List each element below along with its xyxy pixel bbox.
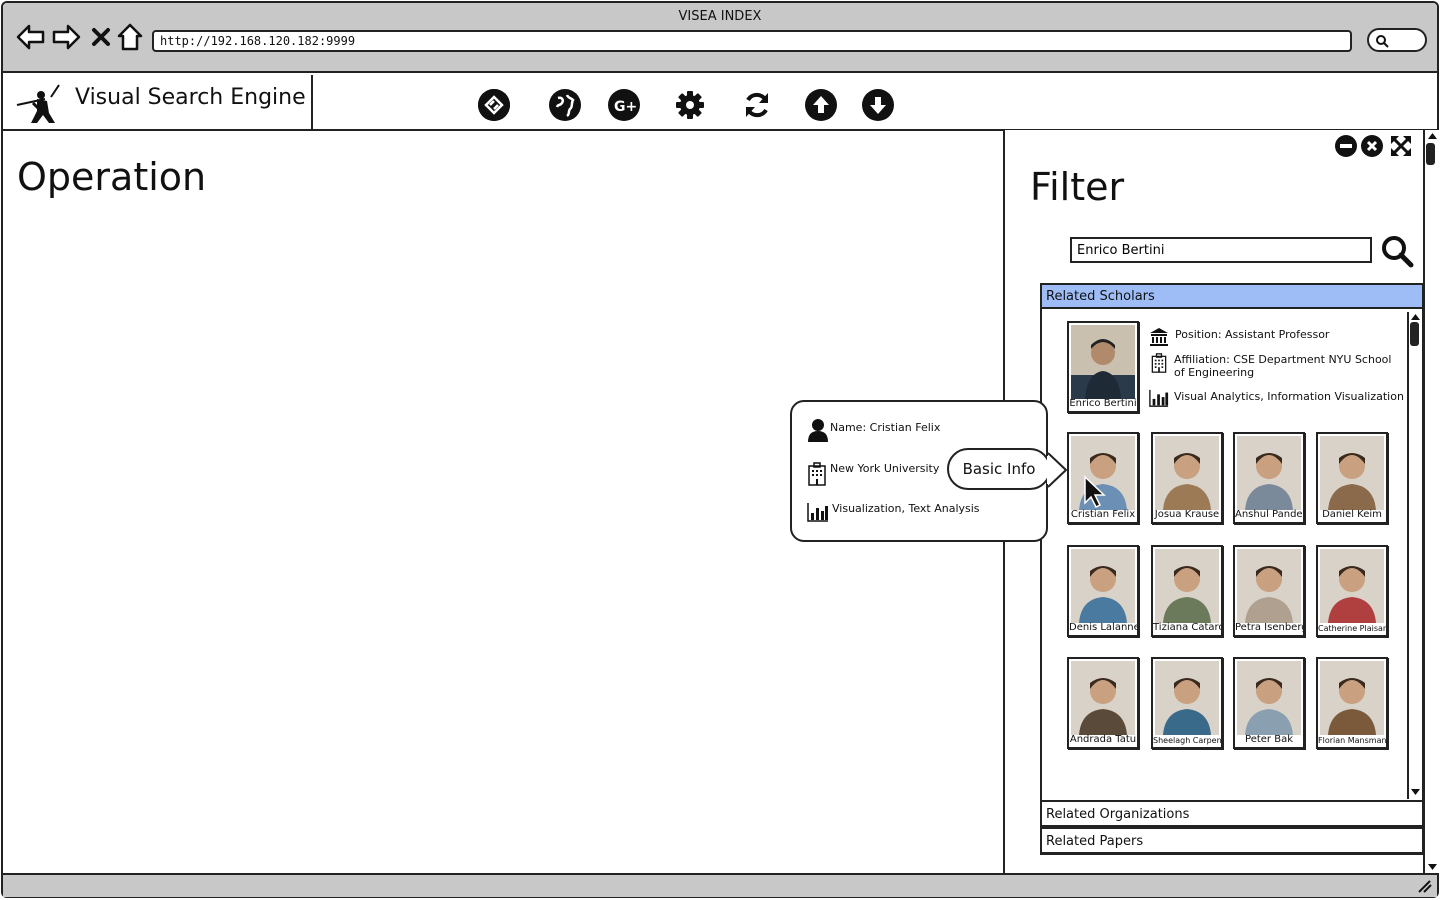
globe-button[interactable] — [549, 89, 581, 121]
scholar-name: Daniel Keim — [1322, 509, 1382, 520]
link-icon — [478, 89, 510, 121]
person-icon — [808, 419, 828, 442]
expand-icon[interactable] — [1389, 134, 1413, 158]
scholar-photo — [1237, 661, 1301, 735]
scholar-photo — [1071, 325, 1135, 399]
related-scholars-header[interactable]: Related Scholars — [1040, 283, 1424, 309]
scholar-photo — [1071, 661, 1135, 735]
scroll-up-icon[interactable] — [1427, 131, 1438, 140]
scholar-name: Cristian Felix — [1070, 509, 1136, 520]
related-organizations-header[interactable]: Related Organizations — [1040, 800, 1424, 827]
scholar-name: Petra Isenberg — [1235, 622, 1303, 633]
scholar-photo — [1320, 436, 1384, 510]
building-icon — [808, 462, 826, 486]
scholar-photo — [1155, 436, 1219, 510]
refresh-icon — [746, 92, 768, 118]
scholar-card[interactable]: Denis Lalanne — [1067, 545, 1139, 637]
related-papers-header[interactable]: Related Papers — [1040, 827, 1424, 854]
page-scroll-thumb[interactable] — [1426, 143, 1435, 165]
scroll-up-icon[interactable] — [1410, 312, 1421, 321]
globe-icon — [551, 91, 579, 119]
main-scholar-interests: Visual Analytics, Information Visualizat… — [1174, 390, 1404, 403]
scholar-name: Andrada Tatu — [1069, 734, 1137, 745]
scholar-photo — [1320, 549, 1384, 623]
app-title: Visual Search Engine — [75, 85, 306, 110]
move-up-button[interactable] — [805, 89, 837, 121]
tooltip-name: Name: Cristian Felix — [830, 421, 941, 434]
search-icon — [1376, 35, 1389, 48]
filter-title: Filter — [1030, 165, 1125, 209]
minimize-icon[interactable] — [1335, 135, 1357, 157]
scholar-card[interactable]: Peter Bak — [1233, 657, 1305, 749]
tooltip-organization: New York University — [830, 462, 940, 475]
back-icon[interactable] — [15, 22, 47, 52]
window-title: VISEA INDEX — [678, 9, 762, 24]
main-scholar-name: Enrico Bertini — [1069, 398, 1137, 409]
scholar-card[interactable]: Anshul Pandey — [1233, 432, 1305, 524]
scholar-photo — [1071, 549, 1135, 623]
scholars-scroll-thumb[interactable] — [1410, 322, 1419, 346]
scholar-card[interactable]: Andrada Tatu — [1067, 657, 1139, 749]
settings-button[interactable] — [674, 89, 706, 121]
operation-title: Operation — [17, 155, 207, 199]
arrow-up-icon — [807, 91, 835, 119]
scroll-down-icon[interactable] — [1427, 863, 1438, 872]
scholar-name: Josua Krause — [1154, 509, 1220, 520]
scholar-name: Tiziana Catarci — [1153, 622, 1221, 633]
tooltip-interests: Visualization, Text Analysis — [832, 502, 980, 515]
scholar-card[interactable]: Tiziana Catarci — [1151, 545, 1223, 637]
bar-chart-icon — [807, 503, 828, 522]
mouse-cursor-icon — [1084, 475, 1106, 509]
main-scholar-affiliation: Affiliation: CSE Department NYU School o… — [1174, 353, 1392, 379]
scholar-name: Peter Bak — [1245, 734, 1293, 745]
scholar-photo — [1155, 661, 1219, 735]
basic-info-button[interactable]: Basic Info — [947, 448, 1051, 490]
scholar-photo — [1320, 661, 1384, 735]
move-down-button[interactable] — [862, 89, 894, 121]
main-scholar-card[interactable]: Enrico Bertini — [1067, 321, 1139, 413]
search-icon — [1382, 236, 1414, 268]
main-scholar-position: Position: Assistant Professor — [1175, 328, 1330, 341]
scholar-name: Sheelagh Carpendale — [1153, 736, 1221, 745]
building-icon — [1151, 353, 1167, 373]
resize-grip-icon[interactable] — [1417, 879, 1433, 893]
scholar-photo — [1155, 549, 1219, 623]
status-bar — [3, 873, 1437, 897]
scholar-card[interactable]: Josua Krause — [1151, 432, 1223, 524]
scholar-name: Florian Mansmann — [1318, 736, 1386, 745]
google-plus-button[interactable]: G+ — [608, 89, 640, 121]
svg-text:G+: G+ — [614, 99, 637, 115]
search-button[interactable] — [1380, 234, 1414, 268]
scroll-down-icon[interactable] — [1410, 788, 1421, 797]
scholar-search-input[interactable] — [1070, 237, 1372, 263]
scholars-scrollbar[interactable] — [1407, 312, 1422, 799]
arrow-down-icon — [864, 91, 892, 119]
refresh-button[interactable] — [741, 89, 773, 121]
scholar-name: Catherine Plaisant — [1318, 624, 1386, 633]
scholar-card[interactable]: Petra Isenberg — [1233, 545, 1305, 637]
close-icon[interactable] — [1361, 135, 1383, 157]
institution-icon — [1150, 328, 1168, 346]
url-bar[interactable]: http://192.168.120.182:9999 — [152, 30, 1352, 52]
page-scrollbar[interactable] — [1423, 130, 1439, 873]
scholar-photo — [1237, 549, 1301, 623]
scholar-card[interactable]: Florian Mansmann — [1316, 657, 1388, 749]
home-icon[interactable] — [115, 22, 147, 52]
scholar-card[interactable]: Catherine Plaisant — [1316, 545, 1388, 637]
scholar-photo — [1237, 436, 1301, 510]
scholar-card[interactable]: Daniel Keim — [1316, 432, 1388, 524]
logo-icon — [16, 84, 60, 123]
scholar-name: Anshul Pandey — [1235, 509, 1303, 520]
google-plus-icon: G+ — [610, 91, 638, 119]
bar-chart-icon — [1149, 389, 1169, 407]
scholar-name: Denis Lalanne — [1069, 622, 1137, 633]
browser-search-field[interactable] — [1367, 28, 1427, 52]
forward-icon[interactable] — [50, 22, 82, 52]
link-button[interactable] — [478, 89, 510, 121]
scholar-card[interactable]: Sheelagh Carpendale — [1151, 657, 1223, 749]
gear-icon — [676, 91, 704, 119]
brand: Visual Search Engine — [3, 75, 313, 131]
tooltip-pointer — [1047, 452, 1067, 488]
